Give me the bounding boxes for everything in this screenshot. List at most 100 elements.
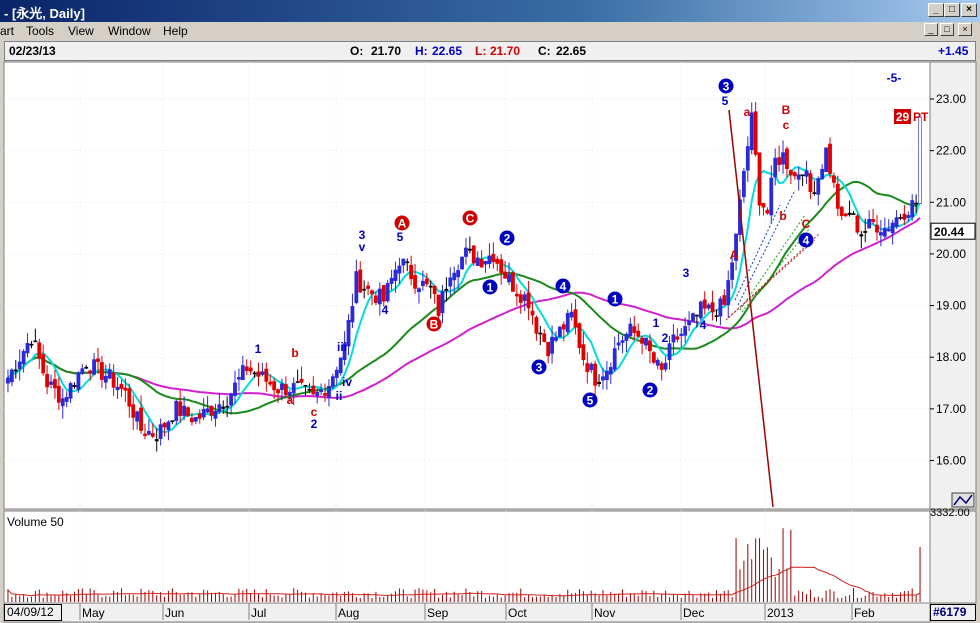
- candle-body: [424, 278, 429, 285]
- candle-body: [103, 376, 108, 383]
- candle-body: [170, 420, 175, 422]
- candle-body: [100, 362, 104, 380]
- candle-body: [248, 367, 253, 372]
- candle-body: [781, 152, 785, 165]
- candle-body: [139, 407, 143, 431]
- candle-body: [111, 372, 116, 388]
- wave-text-blue: v: [359, 240, 366, 254]
- candle-body: [550, 336, 554, 354]
- candle-body: [601, 376, 605, 381]
- candle-body: [362, 288, 367, 291]
- candle-body: [150, 433, 155, 437]
- candle-body: [158, 424, 163, 439]
- candle-body: [295, 381, 300, 383]
- candle-body: [49, 381, 53, 385]
- candle-body: [397, 265, 402, 274]
- candle-body: [131, 404, 136, 418]
- candle-body: [565, 312, 570, 333]
- chart-canvas[interactable]: 21 4351234ABC123v45iiiivii12345abcabcBAC-…: [0, 0, 980, 623]
- wave-circle-blue: 2: [647, 384, 654, 398]
- candle-body: [918, 116, 922, 204]
- candle-body: [851, 213, 856, 215]
- wave-text-red: c: [783, 118, 790, 132]
- candle-body: [405, 261, 410, 264]
- candle-body: [68, 383, 73, 399]
- wave-text-blue: 2: [662, 331, 669, 345]
- candle-body: [264, 368, 269, 382]
- candle-body: [178, 401, 183, 416]
- candle-body: [225, 405, 230, 408]
- candle-body: [624, 333, 629, 341]
- candle-body: [280, 383, 284, 390]
- candle-body: [205, 408, 210, 413]
- wave-circle-red: C: [466, 212, 475, 226]
- candle-body: [828, 143, 832, 174]
- candle-body: [464, 247, 468, 257]
- candle-body: [174, 400, 179, 422]
- candle-body: [585, 363, 590, 373]
- candle-body: [612, 348, 617, 370]
- candle-body: [683, 326, 688, 336]
- wave-text-blue: 1: [653, 316, 660, 330]
- candle-body: [491, 253, 496, 263]
- candle-body: [389, 277, 394, 284]
- candle-body: [628, 323, 633, 337]
- wave-text-red: a: [287, 393, 294, 407]
- candle-body: [417, 288, 421, 293]
- volume-axis-label: 3332.00: [930, 507, 970, 519]
- candle-body: [765, 209, 770, 214]
- candle-body: [29, 343, 34, 346]
- x-tick-label: Sep: [427, 606, 449, 620]
- wave-circle-blue: 5: [587, 394, 594, 408]
- x-tick-label: Jul: [251, 606, 266, 620]
- y-tick-label: 20.00: [936, 247, 966, 261]
- candle-body: [272, 381, 277, 391]
- candle-body: [420, 280, 425, 287]
- candle-body: [894, 217, 899, 228]
- candle-body: [604, 370, 609, 381]
- wave-circle-blue: 4: [560, 280, 567, 294]
- candle-body: [323, 393, 327, 396]
- y-tick-label: 16.00: [936, 454, 966, 468]
- price-panel: [3, 61, 931, 510]
- candle-body: [374, 295, 378, 303]
- candle-body: [213, 410, 218, 419]
- candle-body: [107, 369, 112, 379]
- candle-body: [393, 269, 398, 281]
- candle-body: [816, 178, 821, 195]
- x-tick-label: 2013: [767, 606, 794, 620]
- candle-body: [487, 255, 492, 264]
- candle-body: [9, 369, 14, 383]
- y-tick-label: 23.00: [936, 92, 966, 106]
- wave-text-blue: 4: [700, 318, 707, 332]
- candle-body: [190, 417, 194, 423]
- candle-body: [182, 405, 187, 416]
- candle-body: [377, 288, 382, 305]
- candle-body: [788, 170, 793, 176]
- candle-body: [88, 370, 93, 374]
- candle-body: [260, 371, 265, 375]
- candle-body: [80, 368, 85, 374]
- candle-body: [835, 183, 840, 209]
- candle-body: [796, 174, 801, 180]
- candle-body: [753, 111, 758, 155]
- candle-body: [401, 258, 406, 266]
- wave-circle-blue: 3: [723, 80, 730, 94]
- wave-circle-red: A: [398, 217, 407, 231]
- candle-body: [303, 384, 308, 387]
- candle-body: [315, 391, 320, 396]
- candle-body: [722, 295, 727, 305]
- candle-body: [730, 262, 735, 280]
- wave-text-blue: 5: [722, 94, 729, 108]
- candle-body: [859, 234, 864, 237]
- candle-body: [146, 430, 151, 435]
- y-tick-label: 21.00: [936, 195, 966, 209]
- candle-body: [143, 433, 147, 436]
- candle-body: [558, 326, 562, 337]
- candle-body: [60, 398, 65, 407]
- y-tick-label: 18.00: [936, 350, 966, 364]
- candle-body: [307, 389, 312, 391]
- candle-body: [644, 337, 648, 346]
- x-tick-label: May: [82, 606, 105, 620]
- candle-body: [691, 313, 695, 322]
